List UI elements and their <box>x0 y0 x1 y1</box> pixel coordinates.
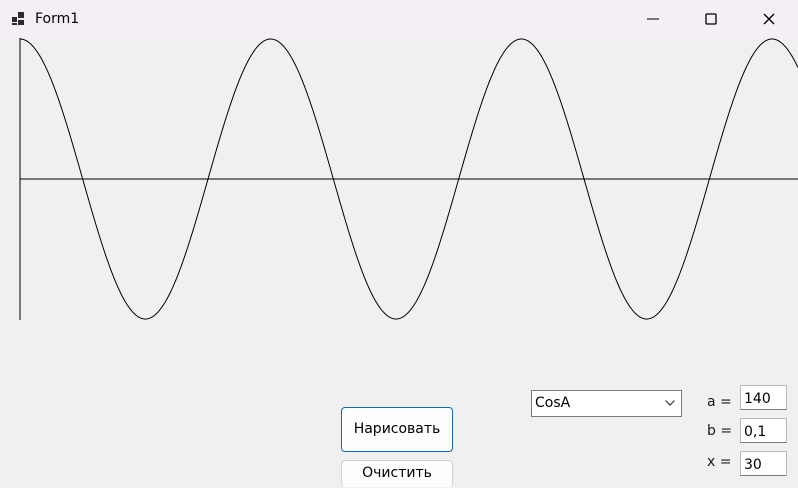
app-icon <box>12 12 24 25</box>
param-x-label: x = <box>707 454 732 470</box>
close-icon <box>763 13 775 25</box>
maximize-button[interactable] <box>682 0 740 38</box>
param-x-input[interactable] <box>740 451 787 476</box>
minimize-button[interactable] <box>624 0 682 38</box>
param-a-input[interactable] <box>740 385 787 410</box>
maximize-icon <box>705 13 717 25</box>
param-b-input[interactable] <box>740 418 787 443</box>
param-b-label: b = <box>707 423 733 439</box>
window-title: Form1 <box>35 11 80 27</box>
close-button[interactable] <box>740 0 798 38</box>
clear-button[interactable]: Очистить <box>341 460 453 487</box>
minimize-icon <box>647 18 659 20</box>
chevron-down-icon <box>665 400 675 406</box>
draw-button[interactable]: Нарисовать <box>341 407 453 452</box>
function-select[interactable]: CosA <box>531 390 682 417</box>
form-client-area: Нарисовать Очистить CosA a = b = x = <box>0 38 798 488</box>
param-a-label: a = <box>707 394 732 410</box>
title-bar[interactable]: Form1 <box>0 0 798 38</box>
plot-canvas <box>19 38 798 320</box>
function-select-value: CosA <box>535 395 571 411</box>
